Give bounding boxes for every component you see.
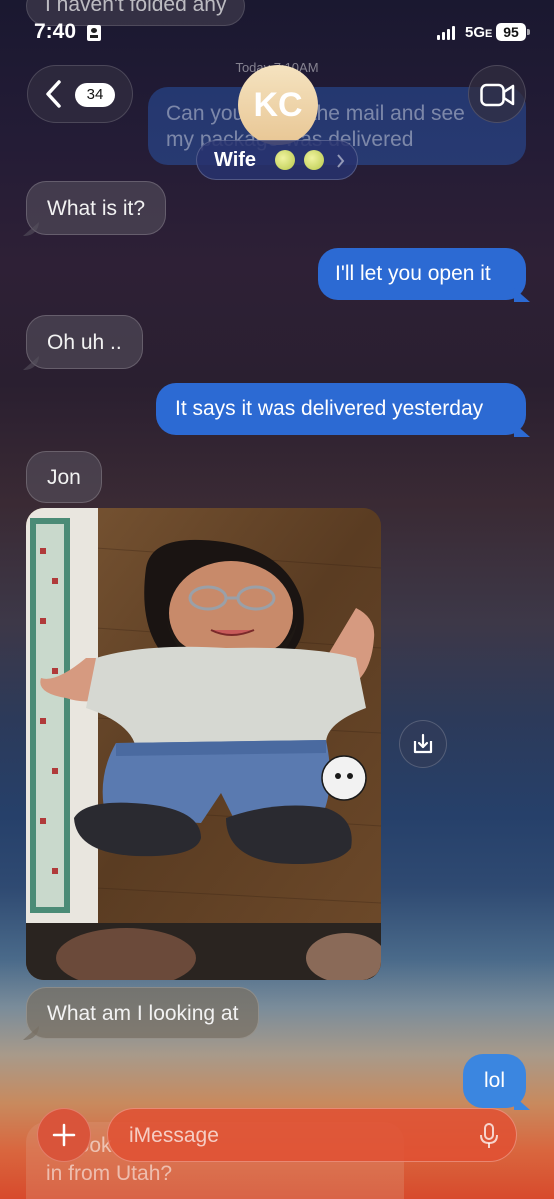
video-camera-icon xyxy=(480,83,515,107)
message-text: What am I looking at xyxy=(47,1002,239,1025)
message-text: What is it? xyxy=(47,197,146,220)
faded-top-message-text: I haven't folded any xyxy=(45,0,227,16)
message-jon[interactable]: Jon xyxy=(26,451,102,503)
battery-icon: 95 xyxy=(496,23,526,41)
message-input-placeholder: iMessage xyxy=(129,1124,219,1147)
status-time: 7:40 xyxy=(34,20,76,44)
message-lol[interactable]: lol xyxy=(463,1054,526,1108)
network-label: 5GE xyxy=(465,24,492,41)
contact-avatar[interactable]: KC xyxy=(238,65,318,145)
faded-outgoing-line1: Can you check the mail and see xyxy=(166,102,465,125)
avatar-initials: KC xyxy=(253,86,303,124)
tennis-ball-icon xyxy=(275,150,295,170)
battery-cap xyxy=(527,29,530,35)
message-text: I'll let you open it xyxy=(335,262,491,285)
message-text: It says it was delivered yesterday xyxy=(175,397,484,420)
plus-icon xyxy=(52,1123,76,1147)
message-text: Jon xyxy=(47,466,81,489)
message-what-am-i-looking-at[interactable]: What am I looking at xyxy=(26,987,260,1039)
photo-attachment[interactable] xyxy=(26,508,381,980)
message-ill-let-you-open-it[interactable]: I'll let you open it xyxy=(318,248,526,300)
chevron-left-icon xyxy=(46,80,61,108)
save-photo-button[interactable] xyxy=(399,720,447,768)
back-button[interactable]: 34 xyxy=(27,65,133,123)
chevron-right-icon xyxy=(337,154,345,168)
message-oh-uh[interactable]: Oh uh .. xyxy=(26,315,143,369)
video-call-button[interactable] xyxy=(468,65,526,123)
battery-level: 95 xyxy=(503,24,519,40)
message-input[interactable]: iMessage xyxy=(107,1108,517,1162)
tennis-ball-icon-2 xyxy=(304,150,324,170)
microphone-icon[interactable] xyxy=(479,1122,499,1150)
message-text: lol xyxy=(483,1069,505,1092)
contact-name: Wife xyxy=(214,149,257,171)
message-delivered-yesterday[interactable]: It says it was delivered yesterday xyxy=(156,383,526,435)
id-card-icon xyxy=(87,25,101,41)
add-attachment-button[interactable] xyxy=(37,1108,91,1162)
time-text: 7:40 xyxy=(34,20,77,43)
message-what-is-it[interactable]: What is it? xyxy=(26,181,167,235)
faded-bottom-line2: in from Utah? xyxy=(46,1162,173,1185)
message-text: Oh uh .. xyxy=(47,331,122,354)
network-text: 5G xyxy=(465,24,486,41)
signal-icon xyxy=(437,26,457,40)
photo-plush-doll-image xyxy=(26,508,381,980)
unread-count-text: 34 xyxy=(86,86,104,103)
unread-count-badge: 34 xyxy=(75,83,115,107)
download-icon xyxy=(413,733,433,754)
contact-name-pill[interactable]: Wife xyxy=(196,140,358,180)
network-suffix: E xyxy=(485,28,493,40)
